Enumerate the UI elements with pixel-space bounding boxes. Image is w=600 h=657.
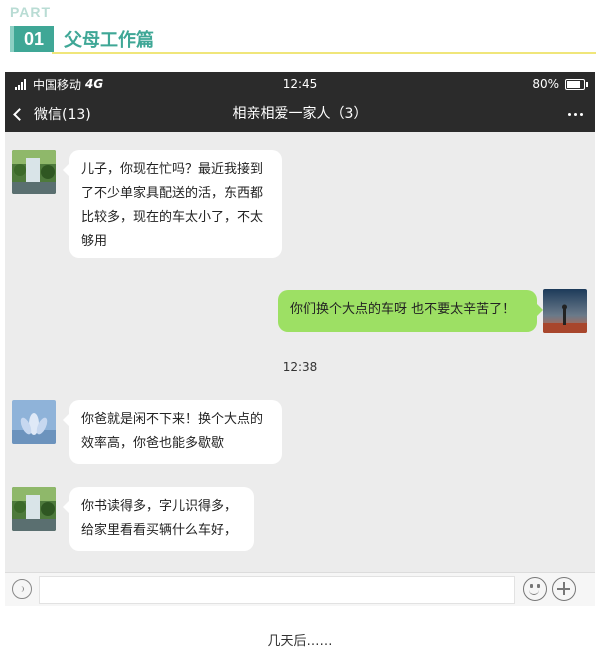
message-bubble[interactable]: 你爸就是闲不下来！换个大点的效率高，你爸也能多歇歇 [63,400,282,464]
waterfall-avatar-icon[interactable] [12,487,56,531]
part-label: PART [10,4,52,20]
caption: 几天后…… [267,634,333,649]
header-divider [52,52,596,54]
lotus-avatar-icon[interactable] [12,400,56,444]
more-options-icon[interactable] [568,96,583,132]
message-text: 你们换个大点的车呀 也不要太辛苦了！ [290,302,516,317]
message-text: 儿子，你现在忙吗？最近我接到了不少单家具配送的活，东西都比较多，现在的车太小了，… [81,162,264,249]
message-text: 你爸就是闲不下来！换个大点的效率高，你爸也能多歇歇 [81,412,264,451]
plus-icon[interactable] [552,577,576,601]
status-bar: 中国移动 4G 12:45 80% [5,72,595,96]
waterfall-avatar-icon[interactable] [12,150,56,194]
chat-title: 相亲相爱一家人（3） [232,106,368,122]
section-number: 01 [10,26,54,52]
chat-navbar: 微信(13) 相亲相爱一家人（3） [5,96,595,132]
emoji-icon[interactable] [523,577,547,601]
message-input[interactable] [39,576,515,604]
status-time: 12:45 [282,77,318,91]
battery-icon [565,78,588,90]
sunset-avatar-icon[interactable] [543,289,587,333]
voice-icon[interactable] [12,579,32,599]
message-bubble[interactable]: 儿子，你现在忙吗？最近我接到了不少单家具配送的活，东西都比较多，现在的车太小了，… [63,150,282,258]
message-timestamp: 12:38 [282,360,318,374]
chat-screenshot: 中国移动 4G 12:45 80% 微信(13) 相亲相爱一家人（3） 儿子，你… [5,72,595,606]
section-title: 父母工作篇 [64,30,154,51]
section-header: 01 父母工作篇 [10,26,154,52]
message-bubble-sent[interactable]: 你们换个大点的车呀 也不要太辛苦了！ [278,290,543,332]
message-bubble[interactable]: 你书读得多，字儿识得多，给家里看看买辆什么车好， [63,487,254,551]
battery-percent: 80% [532,77,559,91]
chat-input-bar [5,572,595,606]
message-text: 你书读得多，字儿识得多，给家里看看买辆什么车好， [81,499,238,538]
